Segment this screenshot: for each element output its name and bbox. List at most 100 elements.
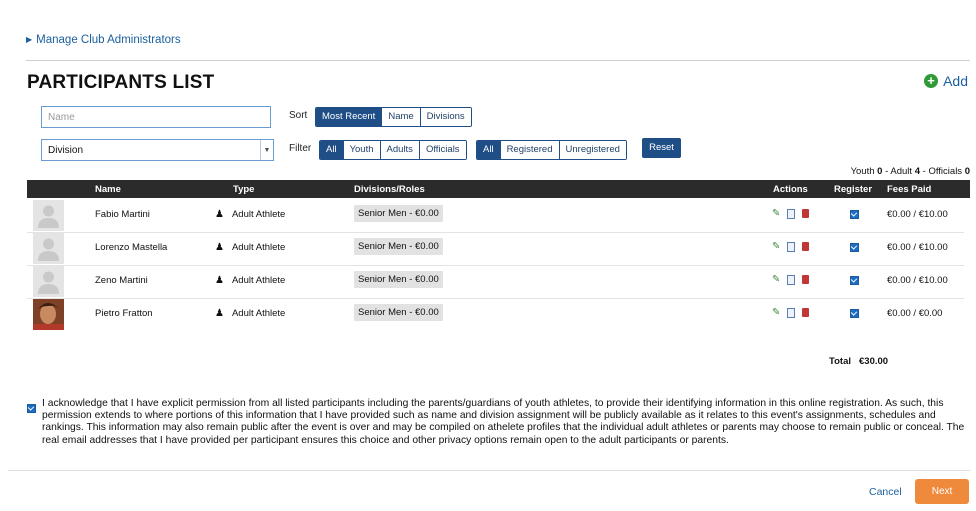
pencil-icon[interactable]: ✎ [772, 241, 780, 252]
filter-type-officials[interactable]: Officials [418, 141, 466, 159]
filter-type-toggle-group: All Youth Adults Officials [319, 140, 467, 160]
division-badge: Senior Men - €0.00 [354, 271, 443, 288]
avatar [33, 266, 64, 297]
filter-reg-all[interactable]: All [477, 141, 500, 159]
adult-count: 4 [914, 166, 920, 177]
document-icon[interactable] [787, 241, 796, 252]
sort-divisions[interactable]: Divisions [419, 108, 471, 126]
fees-paid: €0.00 / €10.00 [887, 275, 948, 286]
participant-type: ♟ Adult Athlete [215, 209, 285, 220]
participant-name: Lorenzo Mastella [95, 242, 168, 253]
participant-summary: Youth 0 - Adult 4 - Officials 0 [850, 166, 970, 177]
trash-icon[interactable] [802, 242, 810, 251]
sort-toggle-group: Most Recent Name Divisions [315, 107, 472, 127]
table-row: Fabio Martini ♟ Adult Athlete Senior Men … [27, 199, 964, 233]
table-row: Zeno Martini ♟ Adult Athlete Senior Men -… [27, 265, 964, 299]
header-divisions: Divisions/Roles [354, 184, 425, 195]
filter-type-all[interactable]: All [320, 141, 343, 159]
total-amount: €30.00 [859, 356, 889, 367]
participant-name: Zeno Martini [95, 275, 148, 286]
division-select-value: Division [48, 144, 84, 156]
row-actions: ✎ [772, 208, 810, 219]
plus-circle-icon: + [924, 74, 939, 88]
total-label: Total [829, 356, 851, 367]
officials-label: Officials [928, 166, 963, 177]
divider [8, 470, 970, 471]
division-badge: Senior Men - €0.00 [354, 205, 443, 222]
register-checkbox[interactable] [850, 309, 859, 321]
sort-label: Sort [289, 110, 308, 121]
participant-type-label: Adult Athlete [231, 209, 286, 220]
manage-club-administrators-link[interactable]: ▶ Manage Club Administrators [26, 34, 181, 46]
table-row: Pietro Fratton ♟ Adult Athlete Senior Men… [27, 298, 964, 331]
name-search-input[interactable] [41, 106, 271, 128]
checkbox-checked-icon [850, 243, 859, 252]
photo-avatar [33, 299, 64, 330]
sort-name[interactable]: Name [381, 108, 420, 126]
avatar [33, 233, 64, 264]
youth-count: 0 [877, 166, 883, 177]
participant-type: ♟ Adult Athlete [215, 242, 285, 253]
trash-icon[interactable] [802, 275, 810, 284]
filter-type-adults[interactable]: Adults [379, 141, 419, 159]
pencil-icon[interactable]: ✎ [772, 307, 780, 318]
checkbox-checked-icon [850, 276, 859, 285]
avatar [33, 200, 64, 231]
header-actions: Actions [773, 184, 808, 195]
participant-type: ♟ Adult Athlete [215, 308, 285, 319]
document-icon[interactable] [787, 274, 796, 285]
filter-reg-registered[interactable]: Registered [499, 141, 559, 159]
document-icon[interactable] [787, 208, 796, 219]
row-actions: ✎ [772, 307, 810, 318]
cancel-button[interactable]: Cancel [869, 486, 902, 498]
table-header: Name Type Divisions/Roles Actions Regist… [27, 180, 970, 198]
reset-button[interactable]: Reset [642, 138, 681, 158]
table-row: Lorenzo Mastella ♟ Adult Athlete Senior M… [27, 232, 964, 266]
row-actions: ✎ [772, 274, 810, 285]
fees-paid: €0.00 / €10.00 [887, 242, 948, 253]
checkbox-checked-icon [850, 210, 859, 219]
document-icon[interactable] [787, 307, 796, 318]
sort-most-recent[interactable]: Most Recent [316, 108, 382, 126]
total-row: Total €30.00 [829, 356, 888, 367]
participant-name: Fabio Martini [95, 209, 150, 220]
header-register: Register [834, 184, 873, 195]
add-label: Add [943, 73, 968, 89]
manage-link-label: Manage Club Administrators [36, 34, 181, 46]
register-checkbox[interactable] [850, 243, 859, 255]
chevron-down-icon: ▼ [260, 140, 273, 160]
division-badge: Senior Men - €0.00 [354, 304, 443, 321]
filter-registration-toggle-group: All Registered Unregistered [476, 140, 627, 160]
pencil-icon[interactable]: ✎ [772, 274, 780, 285]
next-button[interactable]: Next [915, 479, 969, 504]
acknowledgement-checkbox[interactable] [27, 404, 36, 413]
header-name: Name [95, 184, 121, 195]
trash-icon[interactable] [802, 209, 810, 218]
person-icon: ♟ [215, 242, 224, 253]
register-checkbox[interactable] [850, 276, 859, 288]
participant-type-label: Adult Athlete [231, 242, 286, 253]
fees-paid: €0.00 / €0.00 [887, 308, 943, 319]
pencil-icon[interactable]: ✎ [772, 208, 780, 219]
header-fees: Fees Paid [887, 184, 932, 195]
acknowledgement-text: I acknowledge that I have explicit permi… [42, 398, 965, 446]
header-type: Type [233, 184, 255, 195]
caret-right-icon: ▶ [26, 35, 33, 44]
division-select[interactable]: Division ▼ [41, 139, 274, 161]
row-actions: ✎ [772, 241, 810, 252]
divider [26, 60, 970, 61]
youth-label: Youth [850, 166, 875, 177]
participant-type-label: Adult Athlete [231, 308, 286, 319]
participant-type-label: Adult Athlete [231, 275, 286, 286]
checkbox-checked-icon [850, 309, 859, 318]
add-participant-button[interactable]: + Add [924, 73, 968, 89]
person-icon: ♟ [215, 308, 224, 319]
filter-type-youth[interactable]: Youth [342, 141, 380, 159]
page-title: PARTICIPANTS LIST [27, 72, 215, 93]
division-badge: Senior Men - €0.00 [354, 238, 443, 255]
officials-count: 0 [964, 166, 970, 177]
register-checkbox[interactable] [850, 210, 859, 222]
trash-icon[interactable] [802, 308, 810, 317]
filter-reg-unregistered[interactable]: Unregistered [558, 141, 626, 159]
person-icon: ♟ [215, 275, 224, 286]
